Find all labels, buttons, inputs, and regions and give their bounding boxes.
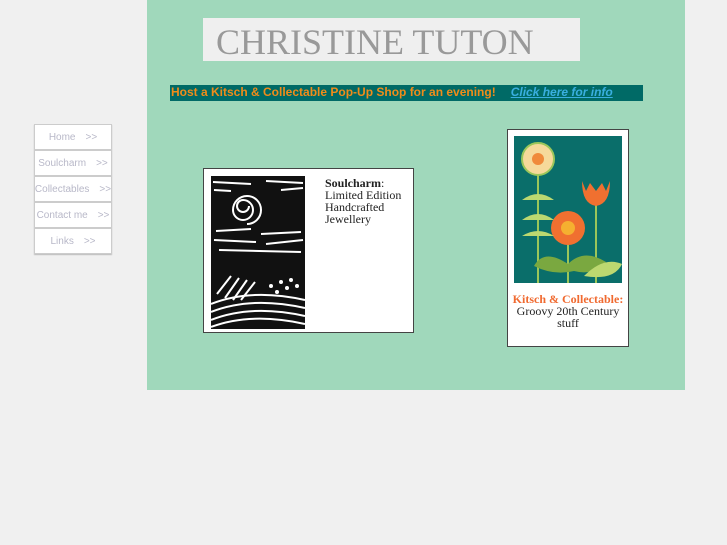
nav-label: Contact me [36,209,88,221]
nav-soulcharm[interactable]: Soulcharm >> [34,150,112,176]
soulcharm-card[interactable]: Soulcharm: Limited Edition Handcrafted J… [203,168,414,333]
nav-label: Links [50,235,74,247]
nav-label: Soulcharm [38,157,87,169]
flowers-image[interactable] [514,136,622,283]
kitsch-line: stuff [557,316,579,330]
soulcharm-text: Soulcharm: Limited Edition Handcrafted J… [325,177,401,225]
promo-banner: Host a Kitsch & Collectable Pop-Up Shop … [170,85,643,101]
woodcut-image[interactable] [211,176,305,329]
kitsch-text: Kitsch & Collectable: Groovy 20th Centur… [508,293,628,329]
nav-arrow: >> [99,183,112,195]
nav-arrow: >> [96,157,108,169]
sidebar-nav: Home >> Soulcharm >> Collectables >> Contac… [34,124,112,254]
soulcharm-line: Jewellery [325,212,371,226]
nav-home[interactable]: Home >> [34,124,112,150]
nav-contact[interactable]: Contact me >> [34,202,112,228]
nav-links[interactable]: Links >> [34,228,112,254]
nav-label: Home [48,131,76,143]
nav-collectables[interactable]: Collectables >> [34,176,112,202]
banner-message: Host a Kitsch & Collectable Pop-Up Shop … [171,85,496,99]
nav-arrow: >> [83,235,96,247]
site-title: CHRISTINE TUTON [216,22,534,62]
title-box: CHRISTINE TUTON [203,18,580,62]
nav-label: Collectables [34,183,90,195]
kitsch-card[interactable]: Kitsch & Collectable: Groovy 20th Centur… [507,129,629,347]
nav-arrow: >> [97,209,110,221]
info-link[interactable]: Click here for info [511,85,613,99]
nav-arrow: >> [85,131,98,143]
